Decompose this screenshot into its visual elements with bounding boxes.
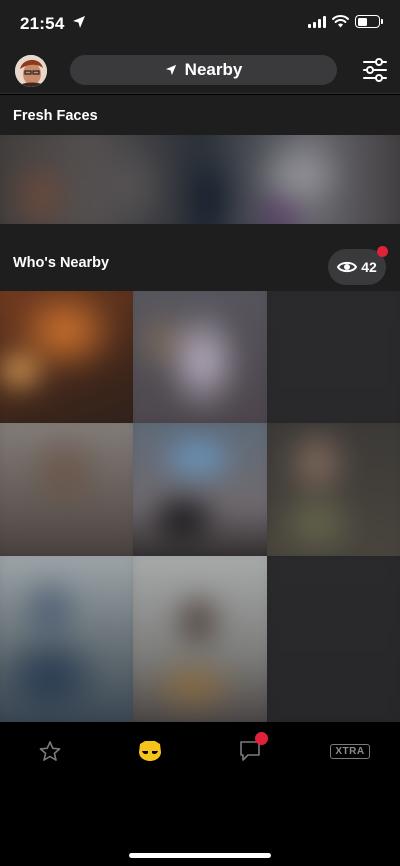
- profile-tile[interactable]: [133, 556, 267, 722]
- location-selector-label: Nearby: [184, 60, 243, 79]
- tab-chats[interactable]: [236, 732, 268, 764]
- profile-tile[interactable]: [267, 291, 400, 423]
- chat-notification-dot: [255, 732, 268, 745]
- fresh-faces-strip[interactable]: [0, 135, 400, 224]
- tab-favorites[interactable]: [35, 738, 65, 764]
- viewers-notification-dot: [377, 246, 388, 257]
- location-arrow-icon: [165, 64, 176, 76]
- eye-icon: [337, 261, 358, 273]
- status-indicators: [308, 15, 383, 28]
- bottom-tab-bar: XTRA: [0, 722, 400, 866]
- fresh-faces-header: Fresh Faces: [0, 95, 400, 135]
- status-time: 21:54: [20, 14, 65, 33]
- tab-browse[interactable]: [135, 738, 165, 764]
- profile-avatar[interactable]: [15, 55, 47, 87]
- mask-icon: [139, 741, 161, 761]
- profile-tile[interactable]: [0, 291, 133, 423]
- filter-sliders-icon[interactable]: [362, 57, 388, 83]
- profile-tile[interactable]: [0, 556, 133, 722]
- location-selector-button[interactable]: Nearby: [70, 55, 337, 85]
- xtra-label: XTRA: [330, 743, 370, 759]
- fresh-faces-title: Fresh Faces: [13, 108, 98, 124]
- viewers-button[interactable]: 42: [328, 246, 388, 285]
- profile-tile[interactable]: [267, 423, 400, 556]
- home-indicator[interactable]: [129, 853, 271, 858]
- location-services-icon: [73, 16, 85, 28]
- profile-tile[interactable]: [267, 556, 400, 722]
- top-header: Nearby: [0, 46, 400, 94]
- tab-xtra[interactable]: XTRA: [330, 738, 370, 764]
- viewers-count: 42: [361, 259, 377, 275]
- cellular-signal-icon: [308, 15, 326, 28]
- profile-tile[interactable]: [133, 291, 267, 423]
- battery-icon: [355, 15, 383, 28]
- star-icon: [39, 740, 61, 761]
- profile-tile[interactable]: [133, 423, 267, 556]
- wifi-icon: [332, 15, 349, 28]
- profile-tile[interactable]: [0, 423, 133, 556]
- status-bar: 21:54: [0, 0, 400, 46]
- whos-nearby-title: Who's Nearby: [13, 255, 110, 271]
